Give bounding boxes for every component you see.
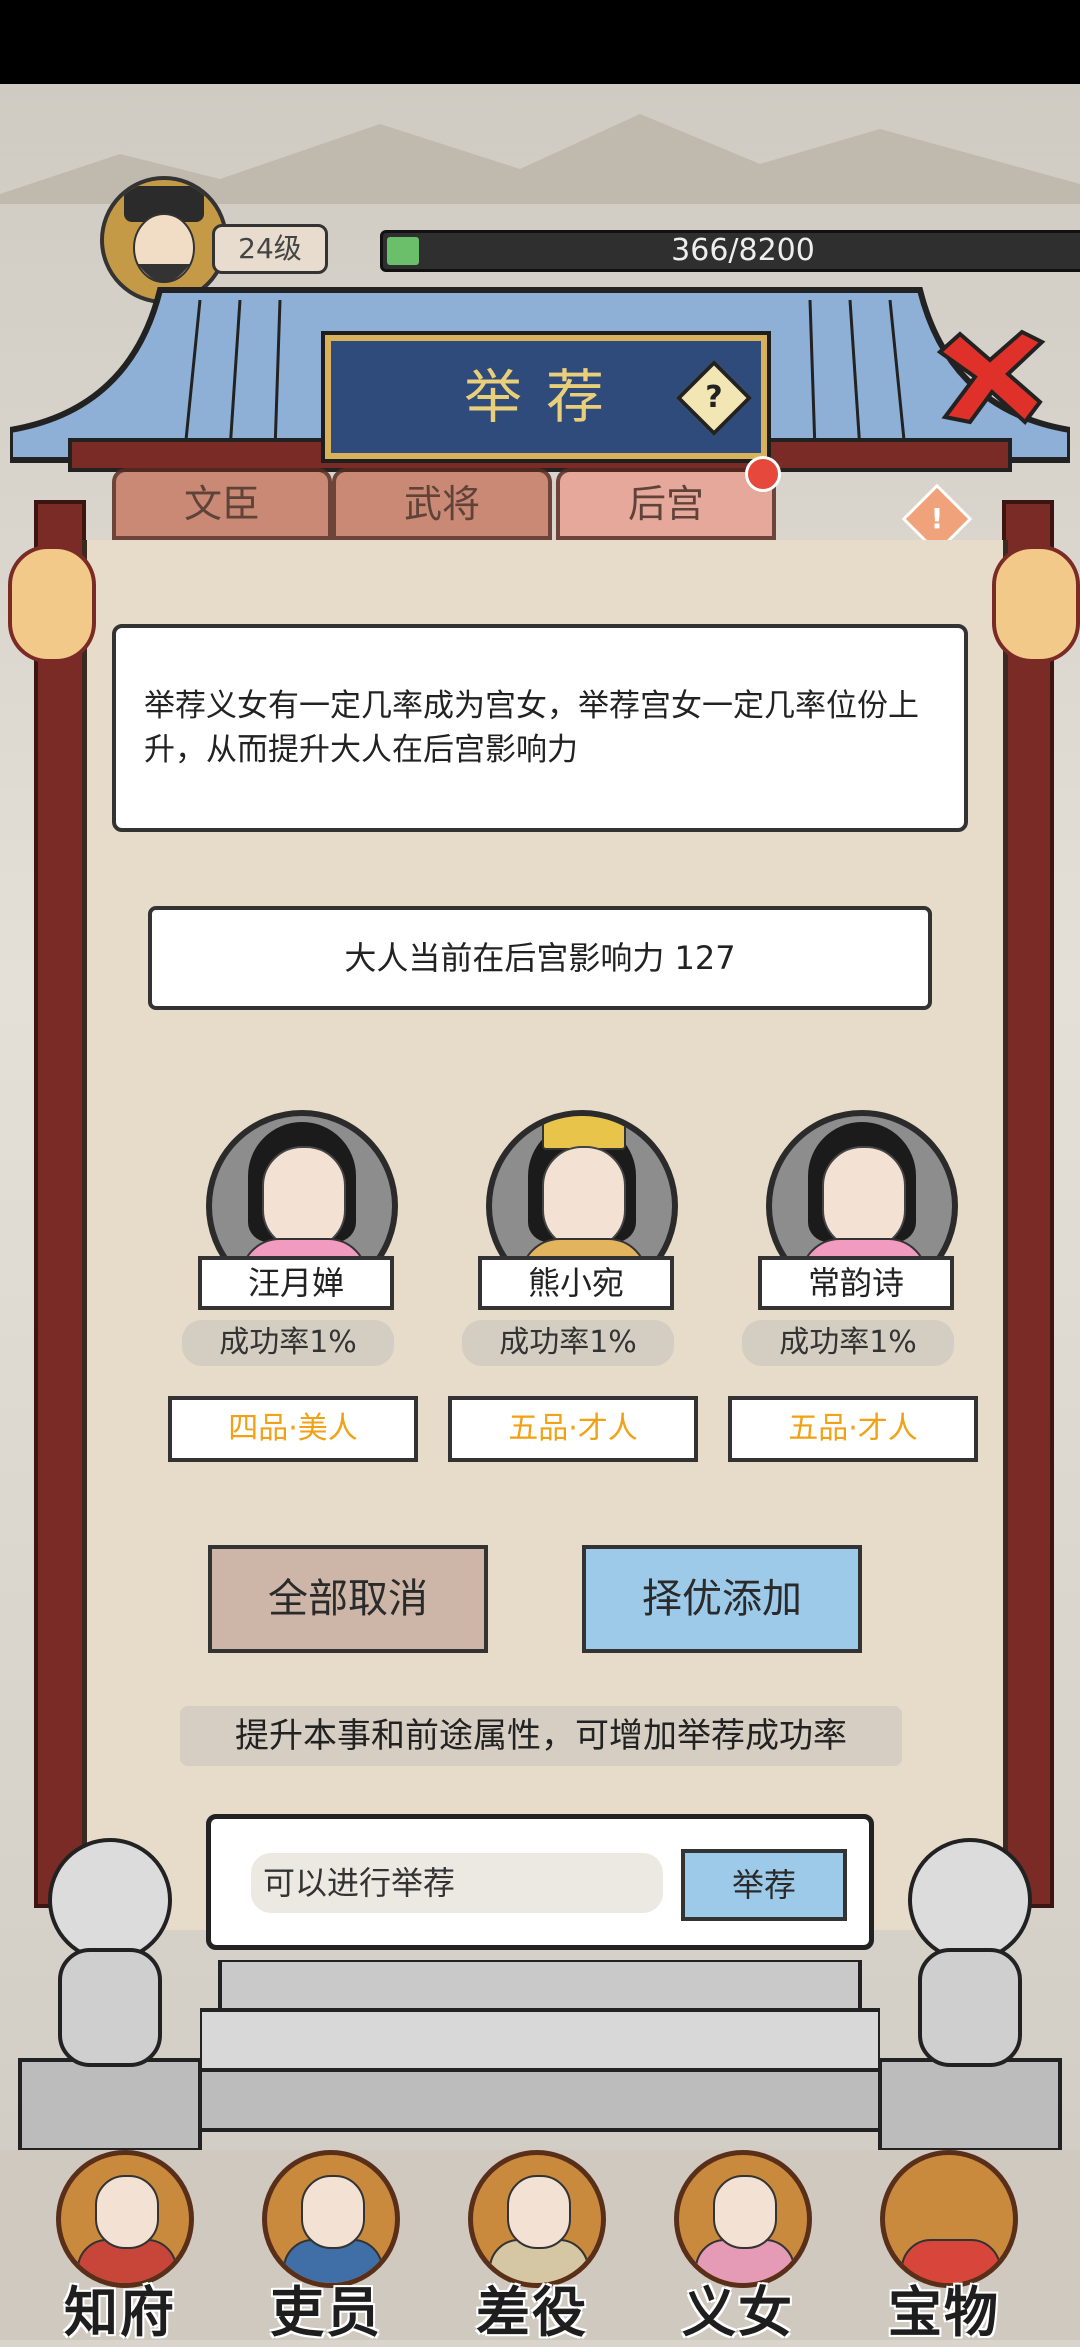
description-box: 举荐义女有一定几率成为宫女，举荐宫女一定几率位份上升，从而提升大人在后宫影响力 — [112, 624, 968, 832]
dialog-title-plaque: 举荐 ? — [325, 335, 767, 459]
left-pillar — [34, 500, 86, 1908]
candidate-rate: 成功率1% — [182, 1320, 394, 1366]
recommend-status: 可以进行举荐 — [251, 1853, 663, 1913]
stone-lion-left — [18, 1838, 202, 2152]
stone-steps — [200, 1960, 880, 2132]
cancel-all-button[interactable]: 全部取消 — [208, 1545, 488, 1653]
status-bar — [0, 0, 1080, 84]
candidate-name: 熊小宛 — [478, 1256, 674, 1310]
recommend-button[interactable]: 举荐 — [681, 1849, 847, 1921]
left-lantern — [8, 545, 96, 663]
tab-hougong[interactable]: 后宫 — [556, 468, 776, 540]
bottom-navigation: 知府 吏员 差役 义女 宝物 — [0, 2150, 1080, 2344]
nav-label: 吏员 — [270, 2280, 382, 2344]
candidate-card[interactable]: 常韵诗 成功率1% 五品·才人 — [708, 1070, 978, 1470]
nav-yinv[interactable]: 义女 — [638, 2150, 838, 2344]
candidate-card[interactable]: 熊小宛 成功率1% 五品·才人 — [428, 1070, 698, 1470]
nav-zhifu[interactable]: 知府 — [20, 2150, 220, 2344]
notification-dot — [745, 456, 781, 492]
candidate-name: 汪月婵 — [198, 1256, 394, 1310]
candidate-card[interactable]: 汪月婵 成功率1% 四品·美人 — [148, 1070, 418, 1470]
candidate-rank[interactable]: 五品·才人 — [448, 1396, 698, 1462]
hint-text: 提升本事和前途属性，可增加举荐成功率 — [180, 1706, 902, 1766]
nav-chaiyi[interactable]: 差役 — [432, 2150, 632, 2344]
stone-lion-right — [878, 1838, 1062, 2152]
candidate-rate: 成功率1% — [742, 1320, 954, 1366]
recommend-action-box: 可以进行举荐 举荐 — [206, 1814, 874, 1950]
nav-baowu[interactable]: 宝物 — [844, 2150, 1044, 2344]
right-lantern — [992, 545, 1080, 663]
right-pillar — [1002, 500, 1054, 1908]
candidate-rank[interactable]: 四品·美人 — [168, 1396, 418, 1462]
close-icon[interactable] — [930, 322, 1050, 432]
nav-label: 义女 — [682, 2280, 794, 2344]
influence-text: 大人当前在后宫影响力 127 — [344, 939, 736, 977]
candidate-name: 常韵诗 — [758, 1256, 954, 1310]
tab-wujiang[interactable]: 武将 — [332, 468, 552, 540]
nav-label: 宝物 — [888, 2280, 1000, 2344]
candidate-rank[interactable]: 五品·才人 — [728, 1396, 978, 1462]
candidate-rate: 成功率1% — [462, 1320, 674, 1366]
influence-box: 大人当前在后宫影响力 127 — [148, 906, 932, 1010]
description-text: 举荐义女有一定几率成为宫女，举荐宫女一定几率位份上升，从而提升大人在后宫影响力 — [144, 688, 919, 768]
nav-label: 差役 — [476, 2280, 588, 2344]
auto-add-button[interactable]: 择优添加 — [582, 1545, 862, 1653]
nav-label: 知府 — [64, 2280, 176, 2344]
tab-wenchen[interactable]: 文臣 — [112, 468, 332, 540]
nav-liyuan[interactable]: 吏员 — [226, 2150, 426, 2344]
